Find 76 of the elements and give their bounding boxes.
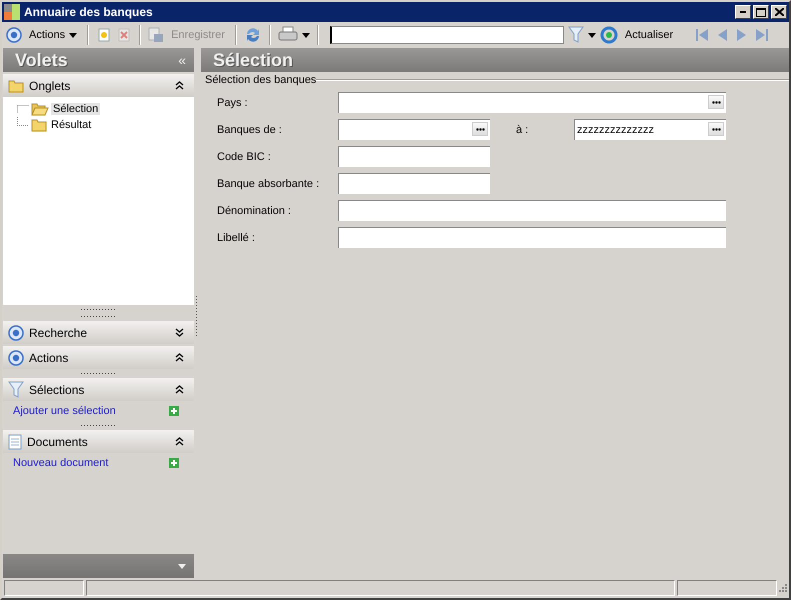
field-label: Banques de :: [217, 124, 282, 136]
open-folder-icon: [31, 102, 49, 116]
folder-icon: [8, 78, 24, 92]
field-label: à :: [516, 124, 528, 136]
browse-button[interactable]: [472, 122, 488, 136]
input-field[interactable]: [338, 119, 490, 140]
panel-title: Volets: [15, 50, 69, 70]
input-field[interactable]: [338, 173, 490, 194]
collapse-icon[interactable]: [175, 437, 184, 446]
refresh-button[interactable]: Actualiser: [622, 27, 676, 43]
close-button[interactable]: [771, 5, 787, 19]
splitter-handle[interactable]: [80, 423, 116, 427]
window-title: Annuaire des banques: [24, 5, 154, 19]
input-field[interactable]: [338, 200, 726, 221]
caret-icon[interactable]: [588, 32, 596, 38]
browse-button[interactable]: [708, 122, 724, 136]
section-title: Documents: [27, 434, 89, 448]
search-field[interactable]: [330, 26, 564, 44]
group-title: Sélection des banques: [205, 74, 316, 86]
section-title: Actions: [29, 350, 70, 364]
new-document-icon[interactable]: [96, 27, 112, 43]
add-icon[interactable]: [169, 406, 179, 416]
link[interactable]: Ajouter une sélection: [13, 405, 116, 417]
splitter-handle[interactable]: [80, 307, 116, 311]
tree-item[interactable]: Résultat: [49, 119, 94, 131]
section-header[interactable]: Onglets: [3, 74, 194, 97]
collapse-icon[interactable]: [175, 385, 184, 394]
splitter-handle[interactable]: [80, 371, 116, 375]
splitter-handle[interactable]: [80, 314, 116, 318]
add-icon[interactable]: [169, 458, 179, 468]
splitter-handle[interactable]: [195, 296, 198, 336]
close-icon: [774, 8, 784, 16]
target-icon: [8, 350, 24, 366]
field-label: Libellé :: [217, 232, 255, 244]
actions-menu-button[interactable]: Actions: [26, 27, 80, 43]
section-header[interactable]: Sélections: [3, 378, 194, 401]
browse-button[interactable]: [708, 95, 724, 109]
tree-item[interactable]: Sélection: [51, 103, 100, 115]
folder-icon: [31, 118, 47, 132]
resize-grip-icon[interactable]: [779, 584, 787, 592]
tree-line: [17, 117, 29, 126]
ellipsis-icon: [476, 128, 484, 130]
section-header[interactable]: Documents: [3, 430, 194, 453]
input-field[interactable]: [338, 92, 726, 113]
section-header[interactable]: Actions: [3, 346, 194, 369]
expand-icon[interactable]: [175, 328, 184, 337]
ellipsis-icon: [712, 100, 720, 104]
section-title: Recherche: [29, 326, 88, 340]
tree-line: [17, 105, 29, 113]
input-field[interactable]: zzzzzzzzzzzzzz: [574, 119, 726, 140]
maximize-icon: [756, 8, 766, 16]
field-label: Pays :: [217, 96, 248, 108]
input-field[interactable]: [338, 227, 726, 248]
filter-icon[interactable]: [8, 380, 24, 398]
ellipsis-icon: [712, 128, 720, 130]
section-title: Onglets: [29, 78, 72, 92]
panel-title: Sélection: [213, 50, 294, 70]
field-label: Code BIC :: [217, 150, 271, 162]
field-label: Dénomination :: [217, 204, 291, 216]
field-label: Banque absorbante :: [217, 178, 320, 190]
target-icon: [6, 27, 22, 43]
collapse-icon[interactable]: [175, 81, 184, 90]
section-title: Sélections: [29, 382, 86, 396]
save-icon: [148, 27, 164, 43]
section-header[interactable]: Recherche: [3, 321, 194, 344]
link[interactable]: Nouveau document: [13, 457, 108, 469]
caret-icon: [69, 32, 78, 38]
input-field[interactable]: [338, 146, 490, 167]
minimize-button[interactable]: [735, 5, 751, 19]
document-icon: [8, 434, 22, 450]
caret-icon[interactable]: [302, 32, 310, 38]
minimize-icon: [740, 11, 746, 13]
maximize-button[interactable]: [753, 5, 769, 19]
collapse-icon[interactable]: [175, 353, 184, 362]
target-icon: [8, 324, 24, 340]
app-icon: [4, 4, 20, 20]
